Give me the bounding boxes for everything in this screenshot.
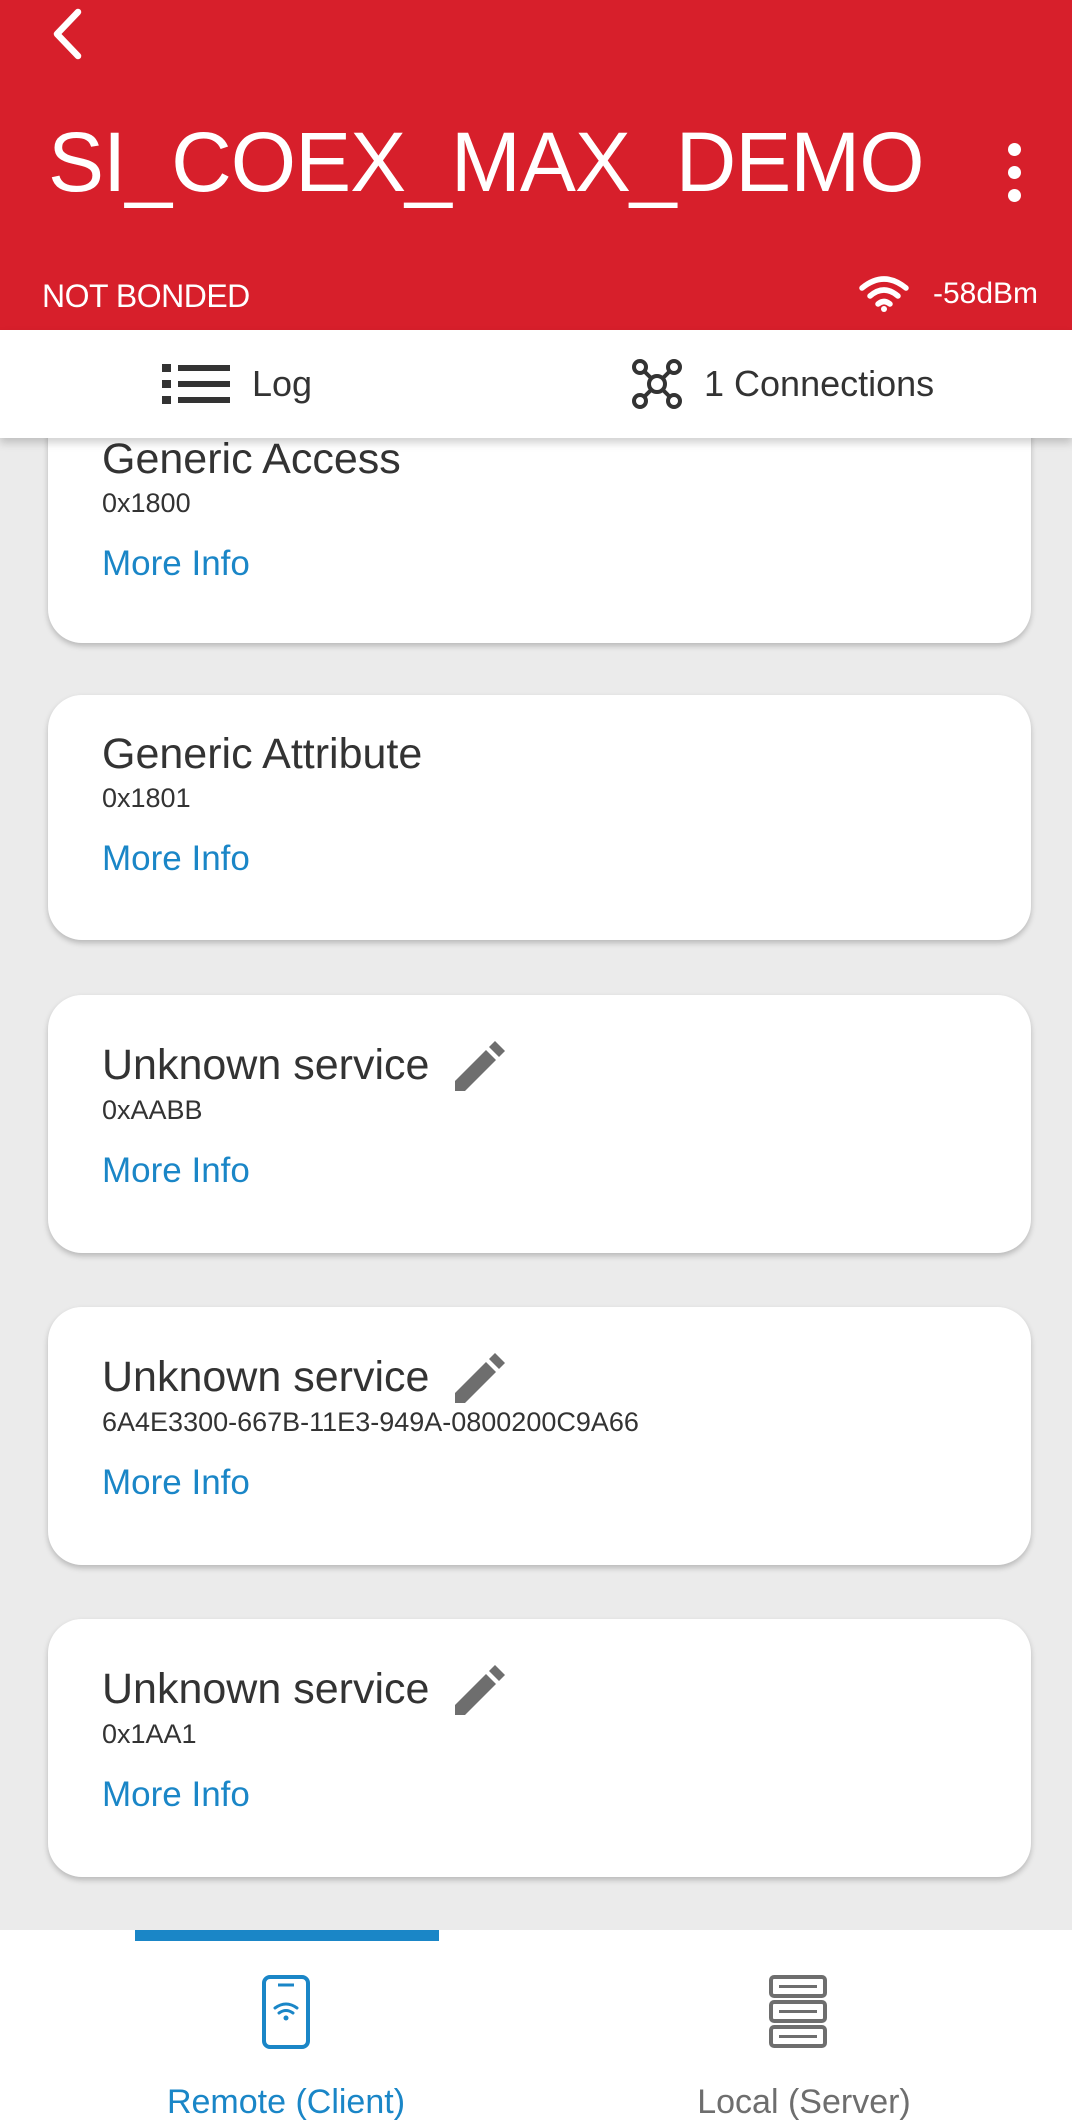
service-card[interactable]: Generic Access 0x1800 More Info — [48, 438, 1031, 643]
service-card[interactable]: Unknown service 6A4E3300-667B-11E3-949A-… — [48, 1307, 1031, 1565]
log-button[interactable]: Log — [162, 330, 312, 438]
more-info-link[interactable]: More Info — [102, 1774, 250, 1816]
phone-wifi-icon — [250, 1974, 322, 2050]
rssi-value: -58dBm — [932, 277, 1038, 310]
service-name: Generic Access — [102, 438, 401, 483]
edit-pencil-icon[interactable] — [449, 1347, 509, 1407]
back-button[interactable] — [40, 5, 94, 63]
app-header: SI_COEX_MAX_DEMO NOT BONDED -58dBm — [0, 0, 1072, 330]
chevron-left-icon — [53, 8, 82, 60]
tab-local-label: Local (Server) — [697, 2083, 911, 2121]
more-vertical-icon-dot — [1007, 188, 1021, 202]
more-info-link[interactable]: More Info — [102, 838, 250, 880]
service-card[interactable]: Generic Attribute 0x1801 More Info — [48, 695, 1031, 940]
device-title: SI_COEX_MAX_DEMO — [48, 115, 925, 209]
pencil-icon — [455, 1353, 506, 1403]
service-name: Unknown service — [102, 1041, 430, 1089]
rssi-indicator: -58dBm — [859, 272, 1038, 316]
network-nodes-icon — [632, 359, 682, 409]
tab-remote-label: Remote (Client) — [166, 2083, 406, 2121]
connections-button[interactable]: 1 Connections — [632, 330, 934, 438]
service-uuid: 0x1801 — [102, 783, 191, 813]
more-vertical-icon-dot — [1007, 165, 1021, 179]
bottom-navigation: Remote (Client) Local (Server) — [0, 1930, 1072, 2122]
pencil-icon — [455, 1665, 506, 1715]
more-info-link[interactable]: More Info — [102, 543, 250, 585]
service-uuid: 0x1AA1 — [102, 1719, 197, 1749]
more-vertical-icon — [1007, 142, 1021, 156]
services-list[interactable]: Generic Access 0x1800 More Info Generic … — [0, 438, 1072, 1930]
edit-pencil-icon[interactable] — [449, 1035, 509, 1095]
list-icon — [162, 364, 230, 404]
service-uuid: 6A4E3300-667B-11E3-949A-0800200C9A66 — [102, 1407, 639, 1437]
pencil-icon — [455, 1041, 506, 1091]
tab-remote-client[interactable]: Remote (Client) — [0, 1930, 536, 2122]
service-card[interactable]: Unknown service 0x1AA1 More Info — [48, 1619, 1031, 1877]
service-name: Unknown service — [102, 1665, 430, 1713]
service-name-row: Unknown service — [102, 1659, 509, 1719]
bond-status: NOT BONDED — [42, 278, 250, 314]
wifi-signal-icon — [859, 276, 909, 312]
service-uuid: 0x1800 — [102, 488, 191, 518]
service-name: Unknown service — [102, 1353, 430, 1401]
tab-local-server[interactable]: Local (Server) — [536, 1930, 1072, 2122]
connections-label: 1 Connections — [704, 363, 935, 404]
more-options-button[interactable] — [984, 136, 1044, 208]
log-label: Log — [252, 363, 313, 404]
service-name-row: Unknown service — [102, 1347, 509, 1407]
service-uuid: 0xAABB — [102, 1095, 203, 1125]
more-info-link[interactable]: More Info — [102, 1462, 250, 1504]
service-name-row: Unknown service — [102, 1035, 509, 1095]
service-name: Generic Attribute — [102, 730, 423, 778]
edit-pencil-icon[interactable] — [449, 1659, 509, 1719]
connection-toolbar: Log 1 Connections — [0, 330, 1072, 438]
more-info-link[interactable]: More Info — [102, 1150, 250, 1192]
service-card[interactable]: Unknown service 0xAABB More Info — [48, 995, 1031, 1253]
server-icon — [762, 1974, 834, 2050]
